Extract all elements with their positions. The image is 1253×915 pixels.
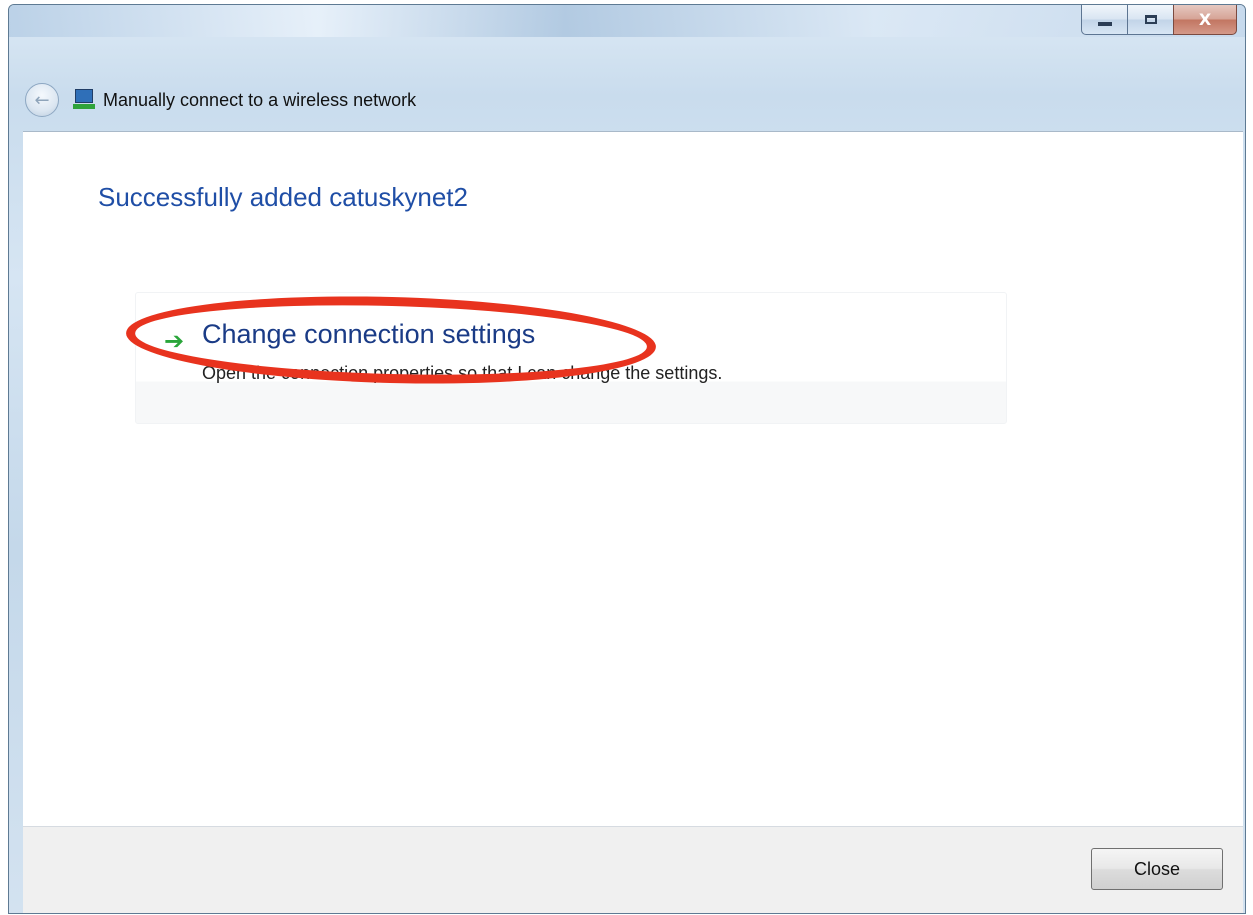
page-heading: Successfully added catuskynet2 [98, 182, 468, 212]
footer-bar: Close [23, 826, 1243, 913]
title-bar[interactable] [9, 5, 1245, 37]
maximize-icon [1144, 15, 1157, 24]
close-window-button[interactable]: X [1173, 5, 1237, 35]
content-area: Successfully added catuskynet2 ➔ Change … [23, 131, 1243, 826]
close-button[interactable]: Close [1091, 848, 1223, 890]
minimize-icon [1097, 21, 1112, 26]
network-icon [73, 89, 95, 111]
back-arrow-icon: ← [34, 89, 50, 111]
wizard-window: X ← Manually connect to a wireless netwo… [8, 4, 1246, 914]
maximize-button[interactable] [1127, 5, 1173, 35]
back-button[interactable]: ← [25, 83, 59, 117]
close-icon: X [1198, 10, 1212, 29]
wizard-title: Manually connect to a wireless network [103, 89, 417, 110]
minimize-button[interactable] [1081, 5, 1127, 35]
change-connection-settings-link[interactable]: ➔ Change connection settings Open the co… [124, 290, 1007, 424]
navigation-bar: ← Manually connect to a wireless network [9, 71, 1245, 129]
caption-buttons: X [1081, 5, 1237, 37]
